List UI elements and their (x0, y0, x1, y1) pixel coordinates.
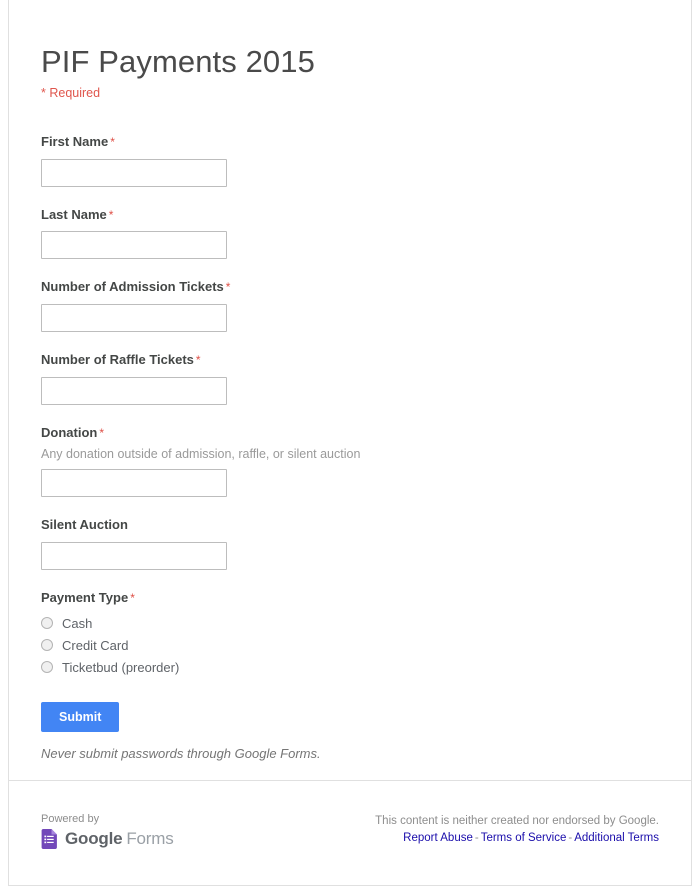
number-of-raffle-tickets-input[interactable] (41, 377, 227, 406)
radio-circle-icon[interactable] (41, 639, 53, 652)
powered-by-label: Powered by (41, 813, 100, 825)
form-container: PIF Payments 2015 * Required First Name *… (8, 0, 692, 886)
link-separator: - (474, 832, 479, 844)
footer: Powered by Google Forms This content is … (9, 781, 691, 885)
radio-option-ticketbud[interactable]: Ticketbud (preorder) (41, 661, 659, 674)
field-label-payment-type: Payment Type * (41, 590, 659, 607)
required-asterisk: * (225, 280, 231, 295)
field-number-of-raffle-tickets: Number of Raffle Tickets * (41, 352, 659, 406)
required-asterisk: * (195, 353, 201, 368)
brand-google-text: Google (65, 829, 123, 848)
radio-circle-icon[interactable] (41, 617, 53, 630)
radio-option-cash[interactable]: Cash (41, 617, 659, 630)
radio-label: Cash (62, 615, 93, 631)
field-label-silent-auction: Silent Auction (41, 517, 659, 534)
terms-of-service-link[interactable]: Terms of Service (481, 832, 567, 844)
number-of-admission-tickets-input[interactable] (41, 304, 227, 333)
additional-terms-link[interactable]: Additional Terms (574, 832, 659, 844)
label-text: Number of Raffle Tickets (41, 352, 194, 368)
google-forms-icon (41, 829, 57, 849)
field-payment-type: Payment Type * Cash Credit Card Ticketbud… (41, 590, 659, 674)
required-asterisk: * (130, 590, 135, 605)
label-text: Donation (41, 425, 98, 441)
first-name-input[interactable] (41, 158, 227, 187)
radio-circle-icon[interactable] (41, 661, 53, 674)
submit-section: Submit Never submit passwords through Go… (41, 701, 659, 762)
label-text: Silent Auction (41, 516, 128, 532)
label-text: First Name (41, 133, 109, 149)
field-label-number-of-admission-tickets: Number of Admission Tickets * (41, 279, 659, 296)
field-label-donation: Donation * (41, 425, 659, 442)
last-name-input[interactable] (41, 231, 227, 260)
required-asterisk: * (110, 134, 115, 149)
payment-type-radio-group: Cash Credit Card Ticketbud (preorder) (41, 617, 659, 674)
link-separator: - (568, 832, 573, 844)
field-label-last-name: Last Name * (41, 207, 659, 224)
report-abuse-link[interactable]: Report Abuse (403, 832, 473, 844)
brand-forms-text: Forms (126, 829, 174, 848)
radio-option-credit-card[interactable]: Credit Card (41, 639, 659, 652)
label-text: Number of Admission Tickets (41, 279, 224, 295)
field-last-name: Last Name * (41, 207, 659, 260)
form-body: PIF Payments 2015 * Required First Name *… (9, 0, 691, 761)
field-first-name: First Name * (41, 134, 659, 187)
password-disclaimer: Never submit passwords through Google Fo… (41, 746, 321, 762)
google-forms-brand[interactable]: Google Forms (41, 829, 174, 849)
footer-links: Report Abuse - Terms of Service - Additional… (375, 832, 659, 844)
field-donation: Donation * Any donation outside of admiss… (41, 425, 659, 497)
field-label-first-name: First Name * (41, 134, 659, 151)
required-legend: * Required (41, 85, 101, 100)
label-text: Last Name (41, 206, 107, 222)
field-label-number-of-raffle-tickets: Number of Raffle Tickets * (41, 352, 659, 369)
footer-legal: This content is neither created nor endo… (375, 813, 659, 844)
radio-label: Ticketbud (preorder) (62, 659, 180, 675)
endorsement-text: This content is neither created nor endo… (375, 815, 659, 827)
donation-input[interactable] (41, 468, 227, 497)
label-text: Payment Type (41, 589, 129, 605)
footer-branding: Powered by Google Forms (41, 813, 174, 849)
field-help-donation: Any donation outside of admission, raffl… (41, 447, 361, 462)
field-silent-auction: Silent Auction (41, 517, 659, 570)
page-title: PIF Payments 2015 (41, 44, 315, 79)
required-asterisk: * (108, 207, 114, 222)
submit-button[interactable]: Submit (41, 701, 120, 733)
silent-auction-input[interactable] (41, 541, 227, 570)
radio-label: Credit Card (62, 637, 129, 653)
required-asterisk: * (99, 426, 104, 441)
field-number-of-admission-tickets: Number of Admission Tickets * (41, 279, 659, 333)
